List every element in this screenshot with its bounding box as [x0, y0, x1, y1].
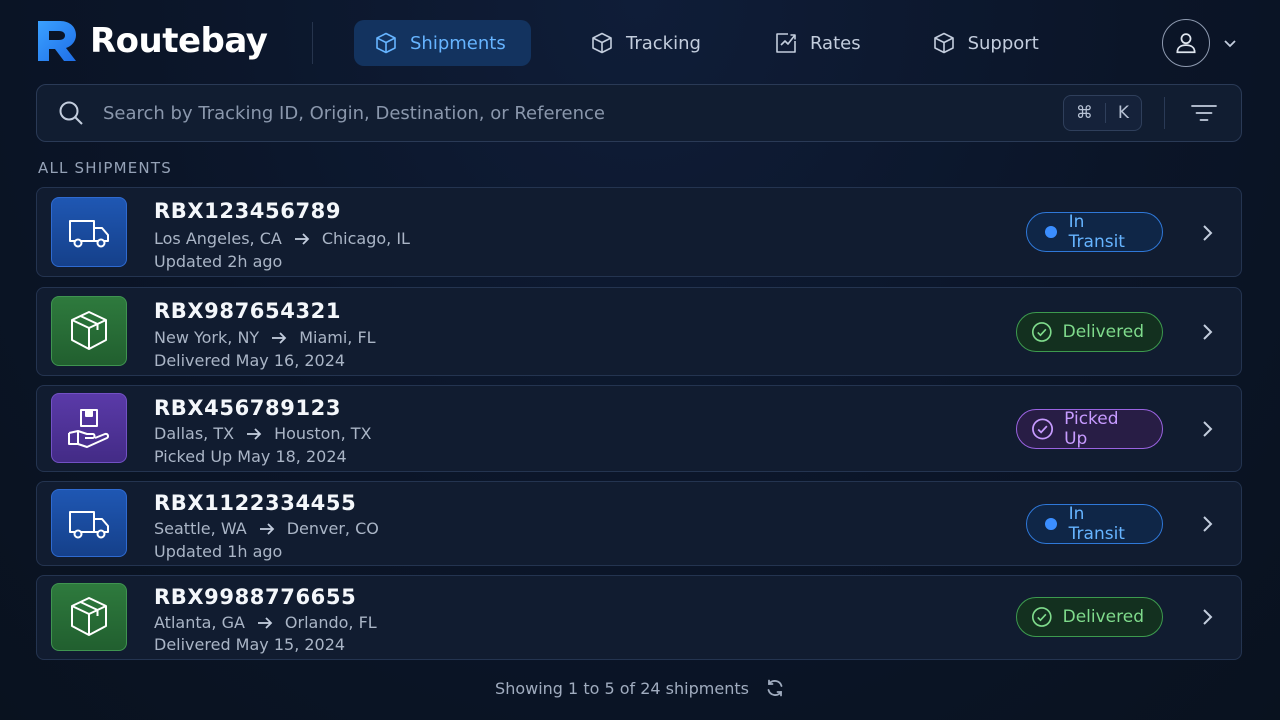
shipment-row[interactable]: RBX123456789 Los Angeles, CA Chicago, IL… [36, 187, 1242, 277]
arrow-right-icon [272, 331, 287, 344]
arrow-right-icon [257, 616, 273, 629]
nav-shipments-label: Shipments [410, 32, 506, 54]
route: Dallas, TX Houston, TX [154, 424, 371, 443]
status-dot [1045, 226, 1057, 238]
last-updated: Updated 2h ago [154, 252, 283, 271]
last-updated: Picked Up May 18, 2024 [154, 447, 347, 466]
section-title: ALL SHIPMENTS [38, 159, 172, 177]
tracking-id: RBX456789123 [154, 396, 342, 420]
nav-support[interactable]: Support [932, 20, 1039, 66]
hand-package-icon [68, 409, 110, 448]
routebay-logo-icon [38, 21, 76, 61]
pagination-text: Showing 1 to 5 of 24 shipments [495, 678, 749, 698]
chevron-right-icon[interactable] [1197, 514, 1217, 534]
box-icon [376, 32, 396, 54]
last-updated: Updated 1h ago [154, 542, 283, 561]
nav-shipments[interactable]: Shipments [354, 20, 531, 66]
status-badge: Delivered [1016, 597, 1163, 637]
destination: Miami, FL [299, 328, 376, 347]
search-input[interactable] [103, 102, 1063, 124]
tracking-id: RBX123456789 [154, 199, 342, 223]
nav-rates[interactable]: Rates [774, 20, 861, 66]
app-name: Routebay [90, 21, 268, 61]
last-updated: Delivered May 16, 2024 [154, 351, 346, 370]
route: New York, NY Miami, FL [154, 328, 376, 347]
destination: Houston, TX [274, 424, 372, 443]
shipment-row[interactable]: RBX456789123 Dallas, TX Houston, TX Pick… [36, 385, 1242, 472]
route: Los Angeles, CA Chicago, IL [154, 229, 410, 248]
main-nav: Shipments Tracking Rates Support [354, 20, 1039, 66]
status-badge: In Transit [1026, 212, 1163, 252]
destination: Orlando, FL [284, 613, 377, 632]
route: Seattle, WA Denver, CO [154, 519, 379, 538]
status-label: Delivered [1062, 322, 1144, 342]
search-bar: ⌘ K [36, 84, 1242, 142]
origin: New York, NY [154, 328, 260, 347]
arrow-right-icon [259, 522, 274, 535]
origin: Atlanta, GA [154, 613, 245, 632]
check-circle-icon [1031, 607, 1052, 627]
nav-tracking[interactable]: Tracking [590, 20, 701, 66]
origin: Los Angeles, CA [154, 229, 282, 248]
check-circle-icon [1032, 418, 1054, 440]
chevron-down-icon[interactable] [1222, 35, 1238, 51]
check-circle-icon [1031, 322, 1052, 342]
box-icon [933, 32, 954, 54]
keyboard-shortcut: ⌘ K [1062, 95, 1142, 131]
destination: Denver, CO [286, 519, 379, 538]
chart-icon [776, 33, 796, 53]
tracking-id: RBX1122334455 [154, 491, 357, 515]
package-icon [71, 597, 107, 636]
origin: Seattle, WA [154, 519, 247, 538]
package-icon [71, 311, 107, 350]
nav-tracking-label: Tracking [626, 32, 701, 54]
user-icon [1176, 33, 1196, 54]
refresh-icon[interactable] [765, 678, 785, 698]
status-badge: Delivered [1016, 312, 1163, 352]
avatar[interactable] [1162, 19, 1210, 67]
status-dot [1045, 518, 1057, 530]
status-label: Picked Up [1064, 409, 1119, 449]
status-label: In Transit [1068, 504, 1125, 544]
status-badge: In Transit [1026, 504, 1163, 544]
shipment-type-tile [51, 489, 127, 557]
tracking-id: RBX9988776655 [154, 585, 357, 609]
status-badge: Picked Up [1016, 409, 1163, 449]
chevron-right-icon[interactable] [1197, 419, 1217, 439]
search-divider [1164, 97, 1165, 129]
chevron-right-icon[interactable] [1197, 607, 1217, 627]
shipment-row[interactable]: RBX9988776655 Atlanta, GA Orlando, FL De… [36, 575, 1242, 660]
origin: Dallas, TX [154, 424, 235, 443]
search-icon [59, 101, 83, 125]
tracking-id: RBX987654321 [154, 299, 342, 323]
user-menu[interactable] [1162, 19, 1238, 67]
chevron-right-icon[interactable] [1197, 322, 1217, 342]
pagination-summary: Showing 1 to 5 of 24 shipments [0, 678, 1280, 698]
app-logo[interactable]: Routebay [36, 19, 268, 63]
nav-rates-label: Rates [809, 32, 861, 54]
shipment-type-tile [51, 583, 127, 651]
shipment-type-tile [51, 296, 127, 366]
shortcut-key: K [1117, 103, 1129, 123]
shipment-type-tile [51, 197, 127, 267]
nav-support-label: Support [967, 32, 1039, 54]
shipment-row[interactable]: RBX1122334455 Seattle, WA Denver, CO Upd… [36, 481, 1242, 566]
route: Atlanta, GA Orlando, FL [154, 613, 377, 632]
last-updated: Delivered May 15, 2024 [154, 635, 346, 654]
filter-icon[interactable] [1189, 98, 1219, 128]
status-label: Delivered [1062, 607, 1144, 627]
arrow-right-icon [247, 427, 262, 440]
chevron-right-icon[interactable] [1197, 223, 1217, 243]
status-label: In Transit [1068, 212, 1125, 252]
destination: Chicago, IL [321, 229, 410, 248]
header-divider [312, 22, 313, 64]
shipment-type-tile [51, 393, 127, 463]
arrow-right-icon [294, 232, 310, 245]
truck-icon [69, 220, 109, 248]
box-icon [592, 32, 612, 54]
truck-icon [69, 511, 109, 539]
shipment-row[interactable]: RBX987654321 New York, NY Miami, FL Deli… [36, 287, 1242, 376]
shortcut-modifier: ⌘ [1075, 103, 1093, 123]
